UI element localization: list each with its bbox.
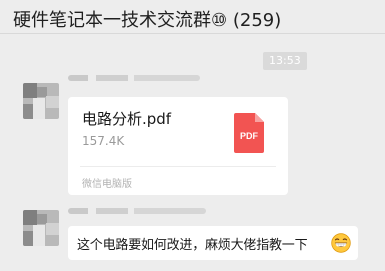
file-message-card[interactable]: 电路分析.pdf 157.4K PDF 微信电脑版 xyxy=(68,97,288,195)
text-message-bubble[interactable]: 这个电路要如何改进，麻烦大佬指教一下 xyxy=(68,226,358,260)
sender-avatar[interactable] xyxy=(23,210,59,246)
grinning-face-emoji-icon xyxy=(331,233,351,253)
chat-window: 硬件笔记本一技术交流群⑩ (259) 13:53 电路分析.pdf 157.4K… xyxy=(0,0,385,271)
pdf-icon-label: PDF xyxy=(240,131,259,141)
chat-header: 硬件笔记本一技术交流群⑩ (259) xyxy=(0,0,385,34)
file-size: 157.4K xyxy=(82,134,125,148)
sender-name-blurred xyxy=(68,208,206,214)
sender-name-blurred xyxy=(68,75,200,81)
file-source-label: 微信电脑版 xyxy=(82,179,132,190)
sender-avatar[interactable] xyxy=(23,83,59,119)
card-divider xyxy=(80,166,276,167)
chat-title: 硬件笔记本一技术交流群⑩ (259) xyxy=(13,10,282,31)
message-text: 这个电路要如何改进，麻烦大佬指教一下 xyxy=(77,238,308,253)
message-timestamp: 13:53 xyxy=(263,52,307,70)
file-name: 电路分析.pdf xyxy=(82,110,172,128)
pdf-file-icon: PDF xyxy=(234,113,264,153)
